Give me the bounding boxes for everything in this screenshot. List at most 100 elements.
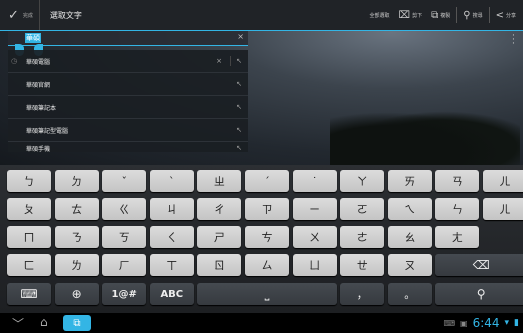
history-icon: ◷ [11, 57, 18, 65]
key-row4-0[interactable]: ㄈ [7, 254, 51, 276]
share-button[interactable]: < 分享 [493, 10, 519, 21]
key-row2-10[interactable]: ㄦ [483, 198, 523, 220]
recent-apps-icon[interactable]: ⧉ [63, 315, 91, 331]
insert-arrow-icon[interactable]: ↖ [236, 126, 242, 134]
key-row3-1[interactable]: ㄋ [54, 226, 99, 248]
key-row1-3[interactable]: ˋ [149, 170, 194, 192]
done-button[interactable]: ✓ 完成 [0, 0, 40, 30]
key-row4-6[interactable]: ㄩ [292, 254, 337, 276]
overflow-menu-icon[interactable]: · · · [512, 32, 515, 49]
suggestion-item[interactable]: 華碩筆記型電腦 ↖ [8, 119, 248, 142]
suggestion-item[interactable]: 華碩筆記本 ↖ [8, 96, 248, 119]
key-row3-6[interactable]: ㄨ [292, 226, 337, 248]
home-icon[interactable]: ⌂ [40, 315, 48, 329]
keyboard-status-icon: ⌨ [443, 318, 455, 328]
comma-key[interactable]: ， [340, 283, 385, 305]
key-row2-9[interactable]: ㄣ [435, 198, 480, 220]
suggestion-list: ◷ 華碩電腦 × ↖ 華碩官網 ↖ 華碩筆記本 ↖ 華碩筆記型電腦 ↖ 華碩手機… [8, 50, 248, 152]
status-area: ⌨ ▣ 6:44 ▾ ▮ [443, 316, 519, 330]
backspace-key[interactable]: ⌫ [435, 254, 523, 276]
key-row3-2[interactable]: ㄎ [102, 226, 147, 248]
insert-arrow-icon[interactable]: ↖ [236, 57, 242, 65]
key-row4-3[interactable]: ㄒ [149, 254, 194, 276]
key-row1-5[interactable]: ˊ [245, 170, 289, 192]
insert-arrow-icon[interactable]: ↖ [236, 103, 242, 111]
key-row4-8[interactable]: ㄡ [387, 254, 432, 276]
search-icon: ⚲ [463, 9, 471, 21]
selected-text[interactable]: 華碩 [25, 33, 41, 43]
key-row3-3[interactable]: ㄑ [149, 226, 194, 248]
copy-icon: ⧉ [431, 9, 439, 21]
search-button[interactable]: ⚲ 搜尋 [460, 10, 485, 21]
key-row1-9[interactable]: ㄢ [435, 170, 480, 192]
key-row2-3[interactable]: ㄐ [149, 198, 194, 220]
suggestion-text: 華碩手機 [26, 146, 51, 152]
key-row3-4[interactable]: ㄕ [197, 226, 242, 248]
select-all-label: 全部選取 [369, 12, 390, 19]
key-row1-2[interactable]: ˇ [102, 170, 147, 192]
key-row2-5[interactable]: ㄗ [245, 198, 289, 220]
copy-label: 複製 [440, 12, 451, 19]
key-row1-8[interactable]: ㄞ [387, 170, 432, 192]
key-row4-7[interactable]: ㄝ [340, 254, 385, 276]
search-key[interactable]: ⚲ [435, 283, 523, 305]
search-label: 搜尋 [472, 12, 483, 19]
key-row4-1[interactable]: ㄌ [54, 254, 99, 276]
period-key[interactable]: 。 [387, 283, 432, 305]
key-row2-1[interactable]: ㄊ [54, 198, 99, 220]
insert-arrow-icon[interactable]: ↖ [236, 144, 242, 152]
copy-button[interactable]: ⧉ 複製 [428, 10, 453, 21]
key-row1-7[interactable]: ㄚ [340, 170, 385, 192]
key-row2-2[interactable]: ㄍ [102, 198, 147, 220]
key-row2-4[interactable]: ㄔ [197, 198, 242, 220]
suggestion-item[interactable]: ◷ 華碩電腦 × ↖ [8, 50, 248, 73]
clear-icon[interactable]: × [237, 32, 244, 41]
key-row2-0[interactable]: ㄆ [7, 198, 51, 220]
key-row2-8[interactable]: ㄟ [387, 198, 432, 220]
symbols-key[interactable]: 1@# [102, 283, 147, 305]
key-row1-6[interactable]: ˙ [292, 170, 337, 192]
cut-icon: ⌧ [398, 9, 411, 21]
key-row3-7[interactable]: ㄜ [340, 226, 385, 248]
key-row1-10[interactable]: ㄦ [483, 170, 523, 192]
search-input[interactable]: 華碩 × [8, 31, 248, 46]
share-label: 分享 [505, 12, 516, 19]
key-row2-6[interactable]: ㄧ [292, 198, 337, 220]
keyboard: ㄅㄉ ˇ ˋ ㄓ ˊ ˙ ㄚㄞㄢㄦㄆㄊㄍㄐㄔㄗㄧㄛㄟㄣㄦㄇㄋㄎㄑㄕㄘㄨㄜㄠㄤㄈㄌㄏㄒㄖㄙㄩㄝ… [0, 165, 523, 313]
key-row3-5[interactable]: ㄘ [245, 226, 289, 248]
key-row4-4[interactable]: ㄖ [197, 254, 242, 276]
keyboard-settings-key[interactable]: ⌨ [7, 283, 51, 305]
suggestion-text: 華碩電腦 [26, 58, 51, 66]
language-key[interactable]: ⊕ [54, 283, 99, 305]
suggestion-text: 華碩筆記型電腦 [26, 127, 69, 135]
suggestion-item[interactable]: 華碩手機 ↖ [8, 142, 248, 152]
action-bar-title: 選取文字 [49, 10, 82, 20]
key-row4-5[interactable]: ㄙ [245, 254, 289, 276]
key-row3-0[interactable]: ㄇ [7, 226, 51, 248]
insert-arrow-icon[interactable]: ↖ [236, 80, 242, 88]
key-row1-1[interactable]: ㄉ [54, 170, 99, 192]
key-row4-2[interactable]: ㄏ [102, 254, 147, 276]
suggestion-text: 華碩官網 [26, 81, 51, 89]
select-all-button[interactable]: 全部選取 [367, 12, 393, 19]
abc-key[interactable]: ABC [149, 283, 194, 305]
key-row1-0[interactable]: ㄅ [7, 170, 51, 192]
navigation-bar: ﹀ ⌂ ⧉ ⌨ ▣ 6:44 ▾ ▮ [0, 313, 523, 333]
cut-label: 剪下 [412, 12, 423, 19]
done-label: 完成 [22, 12, 33, 19]
action-bar-actions: 全部選取 ⌧ 剪下 ⧉ 複製 ⚲ 搜尋 < 分享 [367, 0, 519, 30]
key-row3-8[interactable]: ㄠ [387, 226, 432, 248]
key-row3-9[interactable]: ㄤ [435, 226, 480, 248]
clock: 6:44 [472, 316, 500, 330]
key-row2-7[interactable]: ㄛ [340, 198, 385, 220]
space-key[interactable]: ⎵ [197, 283, 337, 305]
screenshot-icon: ▣ [460, 318, 468, 328]
key-row1-4[interactable]: ㄓ [197, 170, 242, 192]
wallpaper-trees [330, 105, 520, 165]
suggestion-item[interactable]: 華碩官網 ↖ [8, 73, 248, 96]
wifi-icon: ▾ [504, 318, 510, 328]
back-icon[interactable]: ﹀ [12, 315, 24, 332]
suggestion-text: 華碩筆記本 [26, 104, 57, 112]
cut-button[interactable]: ⌧ 剪下 [396, 10, 426, 21]
remove-icon[interactable]: × [216, 57, 222, 65]
